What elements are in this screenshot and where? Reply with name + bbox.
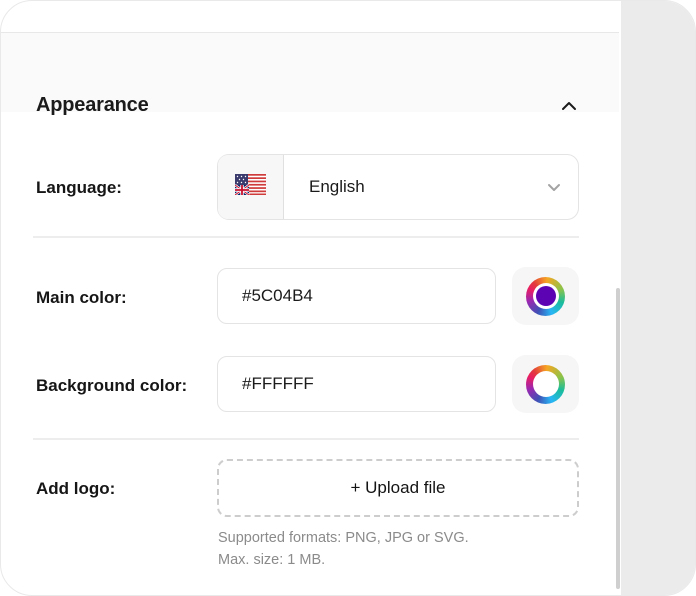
scrollbar-thumb[interactable] bbox=[616, 288, 620, 589]
language-select[interactable]: English bbox=[217, 154, 579, 220]
main-color-dot bbox=[535, 286, 556, 306]
appearance-section-header: Appearance bbox=[1, 32, 619, 116]
background-color-label: Background color: bbox=[36, 376, 188, 395]
divider bbox=[33, 236, 579, 238]
chevron-up-icon bbox=[558, 95, 580, 120]
section-title: Appearance bbox=[36, 94, 149, 116]
add-logo-label: Add logo: bbox=[36, 479, 116, 498]
main-color-picker-button[interactable] bbox=[512, 267, 579, 325]
color-wheel-icon bbox=[526, 364, 565, 404]
color-wheel-icon bbox=[526, 276, 565, 316]
background-color-input[interactable] bbox=[217, 356, 496, 412]
language-selected-value: English bbox=[309, 177, 365, 196]
appearance-settings-panel: Appearance Language: English Main color:… bbox=[0, 0, 696, 596]
chevron-down-icon bbox=[544, 155, 578, 219]
collapse-section-button[interactable] bbox=[555, 93, 583, 121]
language-label: Language: bbox=[36, 178, 122, 197]
language-flag-cell bbox=[218, 155, 284, 219]
main-color-label: Main color: bbox=[36, 288, 127, 307]
divider bbox=[33, 438, 579, 440]
supported-formats-hint: Supported formats: PNG, JPG or SVG. bbox=[218, 530, 469, 546]
main-color-input[interactable] bbox=[217, 268, 496, 324]
max-size-hint: Max. size: 1 MB. bbox=[218, 552, 326, 568]
page-background bbox=[621, 1, 695, 595]
background-color-picker-button[interactable] bbox=[512, 355, 579, 413]
background-color-dot bbox=[535, 374, 556, 394]
english-flag-icon bbox=[234, 174, 266, 200]
upload-file-button[interactable]: + Upload file bbox=[217, 459, 579, 517]
